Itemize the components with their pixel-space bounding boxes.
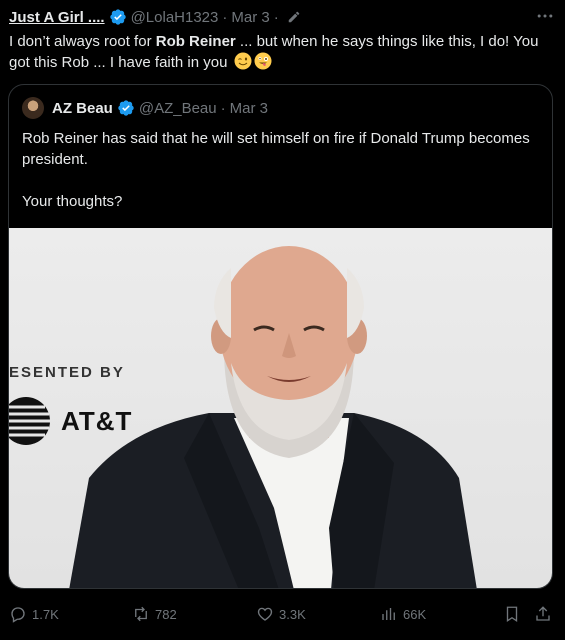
avatar[interactable]: [22, 97, 44, 119]
verified-badge-icon: [117, 99, 135, 117]
repost-count: 782: [155, 606, 177, 622]
share-icon: [536, 606, 550, 621]
backdrop-presented-by-text: ESENTED BY: [9, 364, 125, 381]
tweet-text-part1: I don’t always root for: [9, 33, 156, 50]
quoted-tweet-photo[interactable]: ESENTED BY AT&T: [9, 228, 552, 588]
separator-dot: ·: [273, 8, 279, 26]
quoted-tweet-header: AZ Beau @AZ_Beau · Mar 3: [22, 97, 268, 119]
tweet-card[interactable]: Just A Girl .... @LolaH1323 · Mar 3 · I …: [0, 0, 565, 640]
like-button[interactable]: 3.3K: [256, 605, 306, 623]
zany-face-emoji: [254, 52, 272, 70]
share-button[interactable]: [534, 605, 557, 623]
author-handle[interactable]: @LolaH1323: [131, 9, 219, 26]
separator-dot: ·: [222, 8, 228, 26]
verified-badge-icon[interactable]: [109, 8, 127, 26]
bookmark-button[interactable]: [503, 605, 526, 623]
quoted-tweet-text-line2: Your thoughts?: [22, 193, 123, 210]
edit-pencil-icon[interactable]: [287, 10, 301, 24]
quoted-tweet-timestamp: Mar 3: [229, 99, 268, 117]
more-options-icon[interactable]: [535, 6, 555, 26]
reply-count: 1.7K: [32, 606, 59, 622]
winking-face-emoji: [234, 52, 252, 70]
heart-icon: [257, 607, 273, 621]
quoted-tweet[interactable]: AZ Beau @AZ_Beau · Mar 3 Rob Reiner has …: [8, 84, 553, 589]
author-display-name[interactable]: Just A Girl ....: [9, 9, 105, 26]
reply-button[interactable]: 1.7K: [9, 605, 59, 623]
repost-button[interactable]: 782: [132, 605, 177, 623]
tweet-actions-bar: 1.7K 782 3.3K 66K: [9, 604, 553, 624]
tweet-text-bold: Rob Reiner: [155, 33, 236, 50]
quoted-tweet-text-line1: Rob Reiner has said that he will set him…: [22, 130, 530, 168]
views-button[interactable]: 66K: [380, 605, 426, 623]
reply-icon: [11, 607, 25, 623]
repost-icon: [135, 606, 147, 622]
views-count: 66K: [403, 606, 427, 622]
quoted-author-display-name[interactable]: AZ Beau: [52, 100, 113, 117]
quoted-tweet-text: Rob Reiner has said that he will set him…: [22, 128, 539, 212]
att-logo-text: AT&T: [61, 405, 133, 436]
separator-dot: ·: [220, 99, 226, 117]
tweet-text: I don’t always root for Rob Reiner ... b…: [9, 31, 555, 73]
globe-logo-icon: [9, 397, 50, 445]
bookmark-icon: [506, 606, 518, 623]
views-chart-icon: [382, 608, 395, 620]
quoted-author-handle: @AZ_Beau: [138, 99, 217, 117]
tweet-timestamp[interactable]: Mar 3: [231, 9, 269, 26]
like-count: 3.3K: [279, 606, 306, 622]
att-logo: AT&T: [9, 396, 132, 446]
tweet-header: Just A Girl .... @LolaH1323 · Mar 3 ·: [9, 6, 555, 28]
